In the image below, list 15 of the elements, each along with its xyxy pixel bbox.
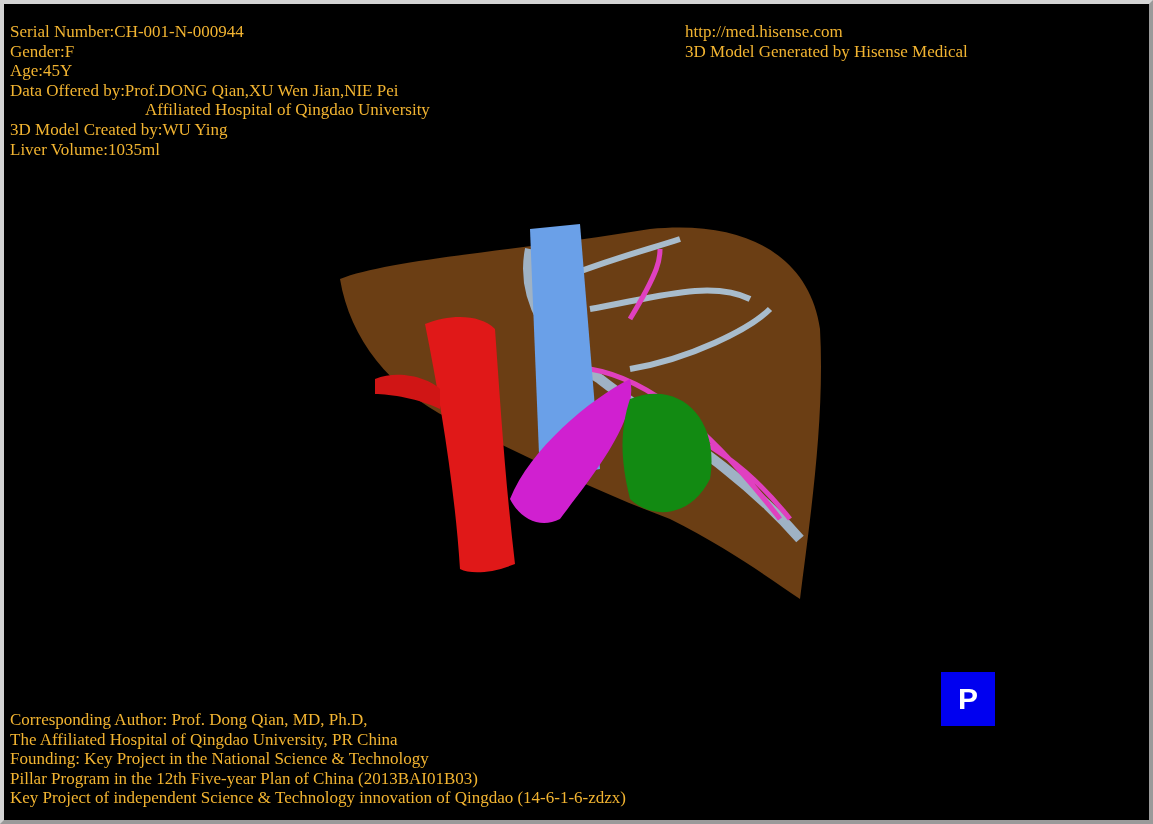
info-text: Data Offered by:Prof.DONG Qian,XU Wen Jian,NIE Pei	[10, 80, 400, 101]
brand-text: 3D Model Generated by Hisense Medical	[685, 41, 969, 62]
credit-text: Corresponding Author: Prof. Dong Qian, MD, Ph.D,	[10, 710, 369, 730]
credit-text: Pillar Program in the 12th Five-year Plan of China (2013BAI01B03)	[10, 768, 479, 789]
projection-button[interactable]: P	[941, 672, 995, 727]
info-text: Affiliated Hospital of Qingdao University	[144, 100, 430, 120]
brand-text: http://med.hisense.com	[685, 22, 844, 42]
info-text: Gender:F	[10, 41, 76, 62]
info-text: Age:45Y	[10, 61, 74, 81]
info-text: 3D Model Created by:WU Ying	[10, 119, 229, 140]
credit-text: Founding: Key Project in the National Science & Technology	[10, 749, 430, 769]
credit-text: The Affiliated Hospital of Qingdao University, PR China	[10, 729, 399, 750]
info-text: Serial Number:CH-001-N-000944	[10, 22, 245, 42]
info-text: Liver Volume:1035ml	[10, 139, 161, 160]
credit-text: Key Project of independent Science & Technology innovation of Qingdao (14-6-1-6-zdzx)	[10, 788, 626, 808]
